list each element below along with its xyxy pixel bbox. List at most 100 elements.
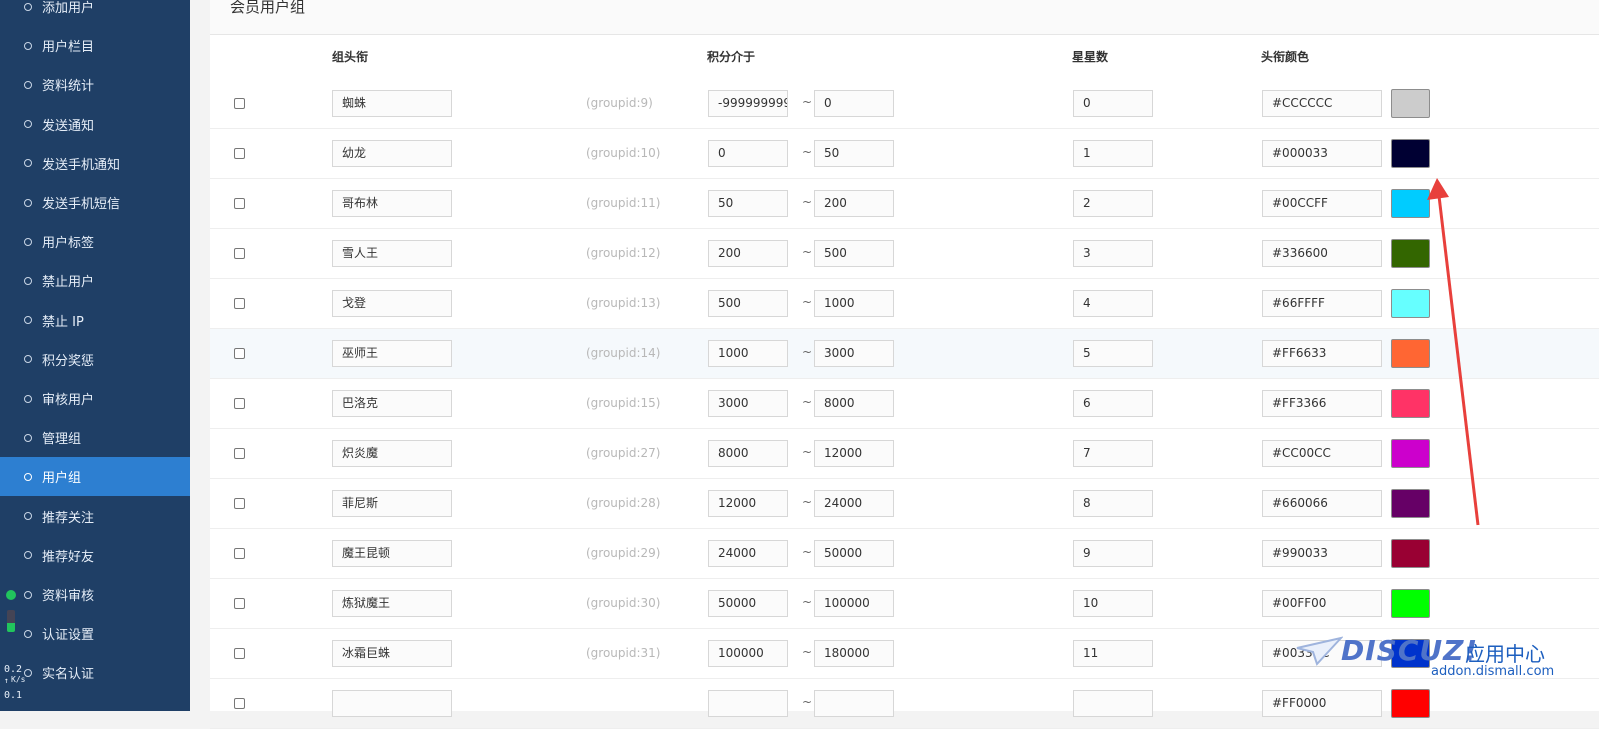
credits-max-input[interactable]: 100000 bbox=[814, 590, 894, 617]
credits-max-input[interactable] bbox=[814, 690, 894, 717]
sidebar-item[interactable]: 资料审核 bbox=[0, 575, 190, 614]
credits-min-input[interactable]: -9999999999 bbox=[708, 90, 788, 117]
select-checkbox[interactable] bbox=[234, 198, 245, 209]
group-name-input[interactable]: 冰霜巨蛛 bbox=[332, 640, 452, 667]
credits-min-input[interactable]: 50 bbox=[708, 190, 788, 217]
select-checkbox[interactable] bbox=[234, 498, 245, 509]
stars-input[interactable]: 6 bbox=[1073, 390, 1153, 417]
color-swatch[interactable] bbox=[1391, 139, 1430, 168]
credits-max-input[interactable]: 200 bbox=[814, 190, 894, 217]
color-code-input[interactable]: #FF6633 bbox=[1262, 340, 1382, 367]
sidebar-item[interactable]: 审核用户 bbox=[0, 379, 190, 418]
credits-min-input[interactable]: 1000 bbox=[708, 340, 788, 367]
color-code-input[interactable]: #990033 bbox=[1262, 540, 1382, 567]
credits-min-input[interactable]: 24000 bbox=[708, 540, 788, 567]
credits-min-input[interactable] bbox=[708, 690, 788, 717]
group-name-input[interactable]: 幼龙 bbox=[332, 140, 452, 167]
select-checkbox[interactable] bbox=[234, 548, 245, 559]
select-checkbox[interactable] bbox=[234, 448, 245, 459]
stars-input[interactable]: 10 bbox=[1073, 590, 1153, 617]
credits-min-input[interactable]: 0 bbox=[708, 140, 788, 167]
color-code-input[interactable]: #FF3366 bbox=[1262, 390, 1382, 417]
sidebar-item[interactable]: 禁止 IP bbox=[0, 301, 190, 340]
sidebar-item[interactable]: 推荐好友 bbox=[0, 536, 190, 575]
stars-input[interactable]: 0 bbox=[1073, 90, 1153, 117]
sidebar-item[interactable]: 用户标签 bbox=[0, 222, 190, 261]
color-code-input[interactable]: #660066 bbox=[1262, 490, 1382, 517]
sidebar-item[interactable]: 添加用户 bbox=[0, 0, 190, 26]
credits-max-input[interactable]: 3000 bbox=[814, 340, 894, 367]
group-name-input[interactable]: 巴洛克 bbox=[332, 390, 452, 417]
sidebar-item[interactable]: 发送手机通知 bbox=[0, 144, 190, 183]
stars-input[interactable]: 1 bbox=[1073, 140, 1153, 167]
color-swatch[interactable] bbox=[1391, 589, 1430, 618]
select-checkbox[interactable] bbox=[234, 398, 245, 409]
color-code-input[interactable]: #000033 bbox=[1262, 140, 1382, 167]
color-code-input[interactable]: #336600 bbox=[1262, 240, 1382, 267]
credits-max-input[interactable]: 50 bbox=[814, 140, 894, 167]
select-checkbox[interactable] bbox=[234, 98, 245, 109]
sidebar-item[interactable]: 用户组 bbox=[0, 457, 190, 497]
group-name-input[interactable]: 炽炎魔 bbox=[332, 440, 452, 467]
credits-max-input[interactable]: 12000 bbox=[814, 440, 894, 467]
sidebar-item[interactable]: 禁止用户 bbox=[0, 261, 190, 300]
select-checkbox[interactable] bbox=[234, 298, 245, 309]
credits-min-input[interactable]: 50000 bbox=[708, 590, 788, 617]
color-swatch[interactable] bbox=[1391, 89, 1430, 118]
credits-min-input[interactable]: 100000 bbox=[708, 640, 788, 667]
group-name-input[interactable]: 巫师王 bbox=[332, 340, 452, 367]
sidebar-item[interactable]: 资料统计 bbox=[0, 65, 190, 104]
group-name-input[interactable]: 菲尼斯 bbox=[332, 490, 452, 517]
select-checkbox[interactable] bbox=[234, 698, 245, 709]
credits-min-input[interactable]: 3000 bbox=[708, 390, 788, 417]
select-checkbox[interactable] bbox=[234, 598, 245, 609]
credits-max-input[interactable]: 0 bbox=[814, 90, 894, 117]
stars-input[interactable]: 7 bbox=[1073, 440, 1153, 467]
credits-min-input[interactable]: 500 bbox=[708, 290, 788, 317]
sidebar-item[interactable]: 推荐关注 bbox=[0, 497, 190, 536]
sidebar-item[interactable]: 发送手机短信 bbox=[0, 183, 190, 222]
stars-input[interactable]: 2 bbox=[1073, 190, 1153, 217]
select-checkbox[interactable] bbox=[234, 148, 245, 159]
sidebar-item[interactable]: 实名认证 bbox=[0, 653, 190, 692]
sidebar-item[interactable]: 管理组 bbox=[0, 418, 190, 457]
group-name-input[interactable] bbox=[332, 690, 452, 717]
sidebar-item[interactable]: 用户栏目 bbox=[0, 26, 190, 65]
select-checkbox[interactable] bbox=[234, 248, 245, 259]
credits-max-input[interactable]: 180000 bbox=[814, 640, 894, 667]
credits-max-input[interactable]: 1000 bbox=[814, 290, 894, 317]
stars-input[interactable]: 4 bbox=[1073, 290, 1153, 317]
credits-max-input[interactable]: 500 bbox=[814, 240, 894, 267]
stars-input[interactable]: 9 bbox=[1073, 540, 1153, 567]
stars-input[interactable]: 8 bbox=[1073, 490, 1153, 517]
color-code-input[interactable]: #CC00CC bbox=[1262, 440, 1382, 467]
color-code-input[interactable]: #66FFFF bbox=[1262, 290, 1382, 317]
credits-max-input[interactable]: 8000 bbox=[814, 390, 894, 417]
group-name-input[interactable]: 蜘蛛 bbox=[332, 90, 452, 117]
group-name-input[interactable]: 戈登 bbox=[332, 290, 452, 317]
group-name-input[interactable]: 炼狱魔王 bbox=[332, 590, 452, 617]
stars-input[interactable]: 11 bbox=[1073, 640, 1153, 667]
color-code-input[interactable]: #00CCFF bbox=[1262, 190, 1382, 217]
credits-max-input[interactable]: 24000 bbox=[814, 490, 894, 517]
group-name-input[interactable]: 哥布林 bbox=[332, 190, 452, 217]
credits-min-input[interactable]: 8000 bbox=[708, 440, 788, 467]
select-checkbox[interactable] bbox=[234, 348, 245, 359]
group-name-input[interactable]: 雪人王 bbox=[332, 240, 452, 267]
color-swatch[interactable] bbox=[1391, 689, 1430, 718]
credits-min-input[interactable]: 12000 bbox=[708, 490, 788, 517]
sidebar-item[interactable]: 认证设置 bbox=[0, 614, 190, 653]
sidebar-item[interactable]: 发送通知 bbox=[0, 105, 190, 144]
sidebar-item[interactable]: 积分奖惩 bbox=[0, 340, 190, 379]
stars-input[interactable]: 3 bbox=[1073, 240, 1153, 267]
color-code-input[interactable]: #00FF00 bbox=[1262, 590, 1382, 617]
color-code-input[interactable]: #FF0000 bbox=[1262, 690, 1382, 717]
color-code-input[interactable]: #CCCCCC bbox=[1262, 90, 1382, 117]
select-checkbox[interactable] bbox=[234, 648, 245, 659]
credits-max-input[interactable]: 50000 bbox=[814, 540, 894, 567]
credits-min-input[interactable]: 200 bbox=[708, 240, 788, 267]
stars-input[interactable] bbox=[1073, 690, 1153, 717]
color-swatch[interactable] bbox=[1391, 539, 1430, 568]
stars-input[interactable]: 5 bbox=[1073, 340, 1153, 367]
group-name-input[interactable]: 魔王昆顿 bbox=[332, 540, 452, 567]
